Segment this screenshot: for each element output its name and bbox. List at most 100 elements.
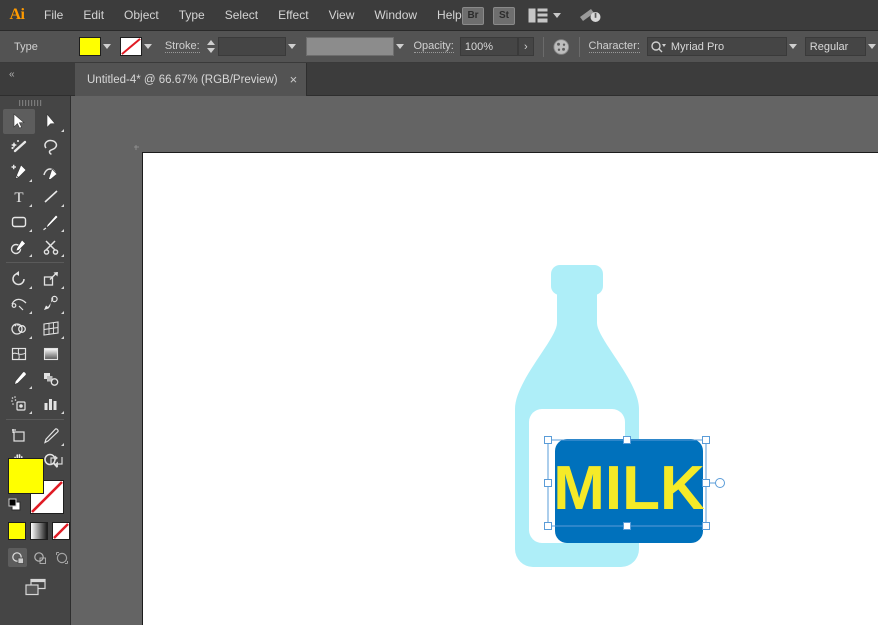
- tool-flyout-indicator: [61, 286, 64, 289]
- tools-panel: T: [0, 96, 71, 625]
- menu-type[interactable]: Type: [169, 0, 215, 31]
- perspective-grid-tool[interactable]: [35, 316, 67, 341]
- mesh-tool[interactable]: [3, 341, 35, 366]
- menu-file[interactable]: File: [34, 0, 73, 31]
- canvas-area[interactable]: MILK: [71, 96, 878, 625]
- change-screen-mode-button[interactable]: [24, 578, 48, 597]
- none-swatch-icon: [53, 523, 69, 539]
- tool-flyout-indicator: [61, 129, 64, 132]
- stroke-dropdown-chevron-icon[interactable]: [142, 37, 155, 56]
- lasso-tool[interactable]: [35, 134, 67, 159]
- recolor-artwork-icon[interactable]: [553, 38, 570, 56]
- gradient-mode-button[interactable]: [30, 522, 48, 540]
- fill-stroke-controls: [8, 458, 64, 514]
- menu-object[interactable]: Object: [114, 0, 169, 31]
- draw-normal-button[interactable]: [8, 548, 27, 567]
- opacity-input[interactable]: 100%: [460, 37, 518, 56]
- selection-tool[interactable]: [3, 109, 35, 134]
- menubar-right-group: Br St: [462, 0, 602, 31]
- tool-flyout-indicator: [61, 229, 64, 232]
- type-tool[interactable]: T: [3, 184, 35, 209]
- stroke-weight-stepper[interactable]: [206, 37, 216, 56]
- workspace-switcher[interactable]: [528, 8, 561, 23]
- menu-edit[interactable]: Edit: [73, 0, 114, 31]
- control-bar-divider: [543, 37, 544, 57]
- font-family-value: Myriad Pro: [671, 41, 724, 53]
- swap-fill-stroke-icon[interactable]: [49, 454, 64, 468]
- tool-flyout-indicator: [29, 179, 32, 182]
- font-family-chevron-icon[interactable]: [787, 37, 799, 56]
- tool-flyout-indicator: [61, 254, 64, 257]
- blend-tool[interactable]: [35, 366, 67, 391]
- document-tab-bar: « Untitled-4* @ 66.67% (RGB/Preview) ×: [0, 63, 878, 96]
- fill-dropdown-chevron-icon[interactable]: [101, 37, 114, 56]
- chevron-down-icon: [553, 13, 561, 18]
- artboard[interactable]: MILK: [142, 152, 878, 625]
- scissors-tool[interactable]: [35, 234, 67, 259]
- free-transform-tool[interactable]: [35, 291, 67, 316]
- stroke-profile-chevron-icon[interactable]: [394, 37, 406, 56]
- none-mode-button[interactable]: [52, 522, 70, 540]
- milk-text: MILK: [553, 454, 705, 523]
- pen-tool[interactable]: [3, 159, 35, 184]
- scale-tool[interactable]: [35, 266, 67, 291]
- stroke-weight-chevron-icon[interactable]: [286, 37, 298, 56]
- curvature-tool[interactable]: [35, 159, 67, 184]
- line-segment-tool[interactable]: [35, 184, 67, 209]
- artboard-tool[interactable]: [3, 423, 35, 448]
- milk-bottle-artwork[interactable]: MILK: [503, 253, 713, 593]
- stock-button[interactable]: St: [493, 7, 515, 25]
- stroke-none-swatch[interactable]: [120, 37, 142, 56]
- fill-color-indicator[interactable]: [8, 458, 44, 494]
- eyedropper-tool[interactable]: [3, 366, 35, 391]
- search-adobe-icon[interactable]: [578, 6, 602, 26]
- gradient-tool[interactable]: [35, 341, 67, 366]
- draw-behind-button[interactable]: [30, 548, 49, 567]
- shape-builder-tool[interactable]: [3, 316, 35, 341]
- slice-tool[interactable]: [35, 423, 67, 448]
- tool-flyout-indicator: [61, 411, 64, 414]
- illustrator-window: Ai File Edit Object Type Select Effect V…: [0, 0, 878, 625]
- direct-selection-tool[interactable]: [35, 109, 67, 134]
- fill-color-swatch[interactable]: [79, 37, 101, 56]
- draw-inside-button[interactable]: [52, 548, 71, 567]
- document-tab[interactable]: Untitled-4* @ 66.67% (RGB/Preview) ×: [75, 63, 307, 96]
- symbol-sprayer-tool[interactable]: [3, 391, 35, 416]
- stroke-weight-input[interactable]: [218, 37, 287, 56]
- tool-flyout-indicator: [61, 204, 64, 207]
- control-bar-divider-2: [579, 37, 580, 57]
- tools-panel-grip[interactable]: [19, 100, 47, 106]
- tool-flyout-indicator: [29, 311, 32, 314]
- stroke-control[interactable]: [120, 37, 155, 56]
- menu-effect[interactable]: Effect: [268, 0, 318, 31]
- character-label[interactable]: Character:: [589, 40, 640, 53]
- font-style-chevron-icon[interactable]: [866, 37, 878, 56]
- font-family-input[interactable]: Myriad Pro: [647, 37, 787, 56]
- shaper-tool[interactable]: [3, 234, 35, 259]
- menu-view[interactable]: View: [319, 0, 365, 31]
- document-tab-title: Untitled-4* @ 66.67% (RGB/Preview): [87, 74, 278, 86]
- default-fill-stroke-icon[interactable]: [8, 498, 23, 513]
- none-slash-icon: [121, 38, 141, 55]
- rotate-tool[interactable]: [3, 266, 35, 291]
- rectangle-tool[interactable]: [3, 209, 35, 234]
- menu-select[interactable]: Select: [215, 0, 268, 31]
- menu-window[interactable]: Window: [364, 0, 427, 31]
- fill-control[interactable]: [79, 37, 114, 56]
- stroke-profile-input[interactable]: [306, 37, 393, 56]
- column-graph-tool[interactable]: [35, 391, 67, 416]
- tool-flyout-indicator: [61, 443, 64, 446]
- font-style-input[interactable]: Regular: [805, 37, 866, 56]
- paintbrush-tool[interactable]: [35, 209, 67, 234]
- magic-wand-tool[interactable]: [3, 134, 35, 159]
- close-icon[interactable]: ×: [290, 73, 298, 86]
- collapse-panels-icon[interactable]: «: [9, 69, 14, 80]
- bridge-button[interactable]: Br: [462, 7, 484, 25]
- app-logo: Ai: [0, 0, 34, 31]
- opacity-options-button[interactable]: ›: [518, 37, 535, 56]
- width-tool[interactable]: [3, 291, 35, 316]
- color-mode-button[interactable]: [8, 522, 26, 540]
- menu-bar: Ai File Edit Object Type Select Effect V…: [0, 0, 878, 31]
- tool-flyout-indicator: [29, 286, 32, 289]
- tool-flyout-indicator: [29, 254, 32, 257]
